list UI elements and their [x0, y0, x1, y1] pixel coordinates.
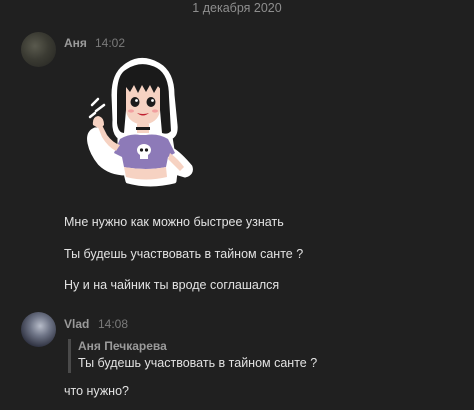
message-text: Мне нужно как можно быстрее узнать	[64, 215, 284, 229]
avatar-anya[interactable]	[21, 32, 56, 67]
date-separator: 1 декабря 2020	[192, 1, 282, 15]
quote-bar	[68, 339, 71, 373]
message-text: Ты будешь участвовать в тайном санте ?	[64, 247, 304, 261]
girl-waving-sticker[interactable]	[80, 55, 200, 190]
message-time: 14:02	[95, 36, 126, 50]
author-name[interactable]: Аня	[64, 36, 87, 50]
author-name[interactable]: Vlad	[64, 317, 89, 331]
message-text: Ну и на чайник ты вроде соглашался	[64, 278, 280, 292]
avatar-vlad[interactable]	[21, 312, 56, 347]
message-text: что нужно?	[64, 384, 129, 398]
message-time: 14:08	[98, 317, 129, 331]
quote-author[interactable]: Аня Печкарева	[78, 339, 167, 353]
quote-text[interactable]: Ты будешь участвовать в тайном санте ?	[78, 356, 317, 370]
